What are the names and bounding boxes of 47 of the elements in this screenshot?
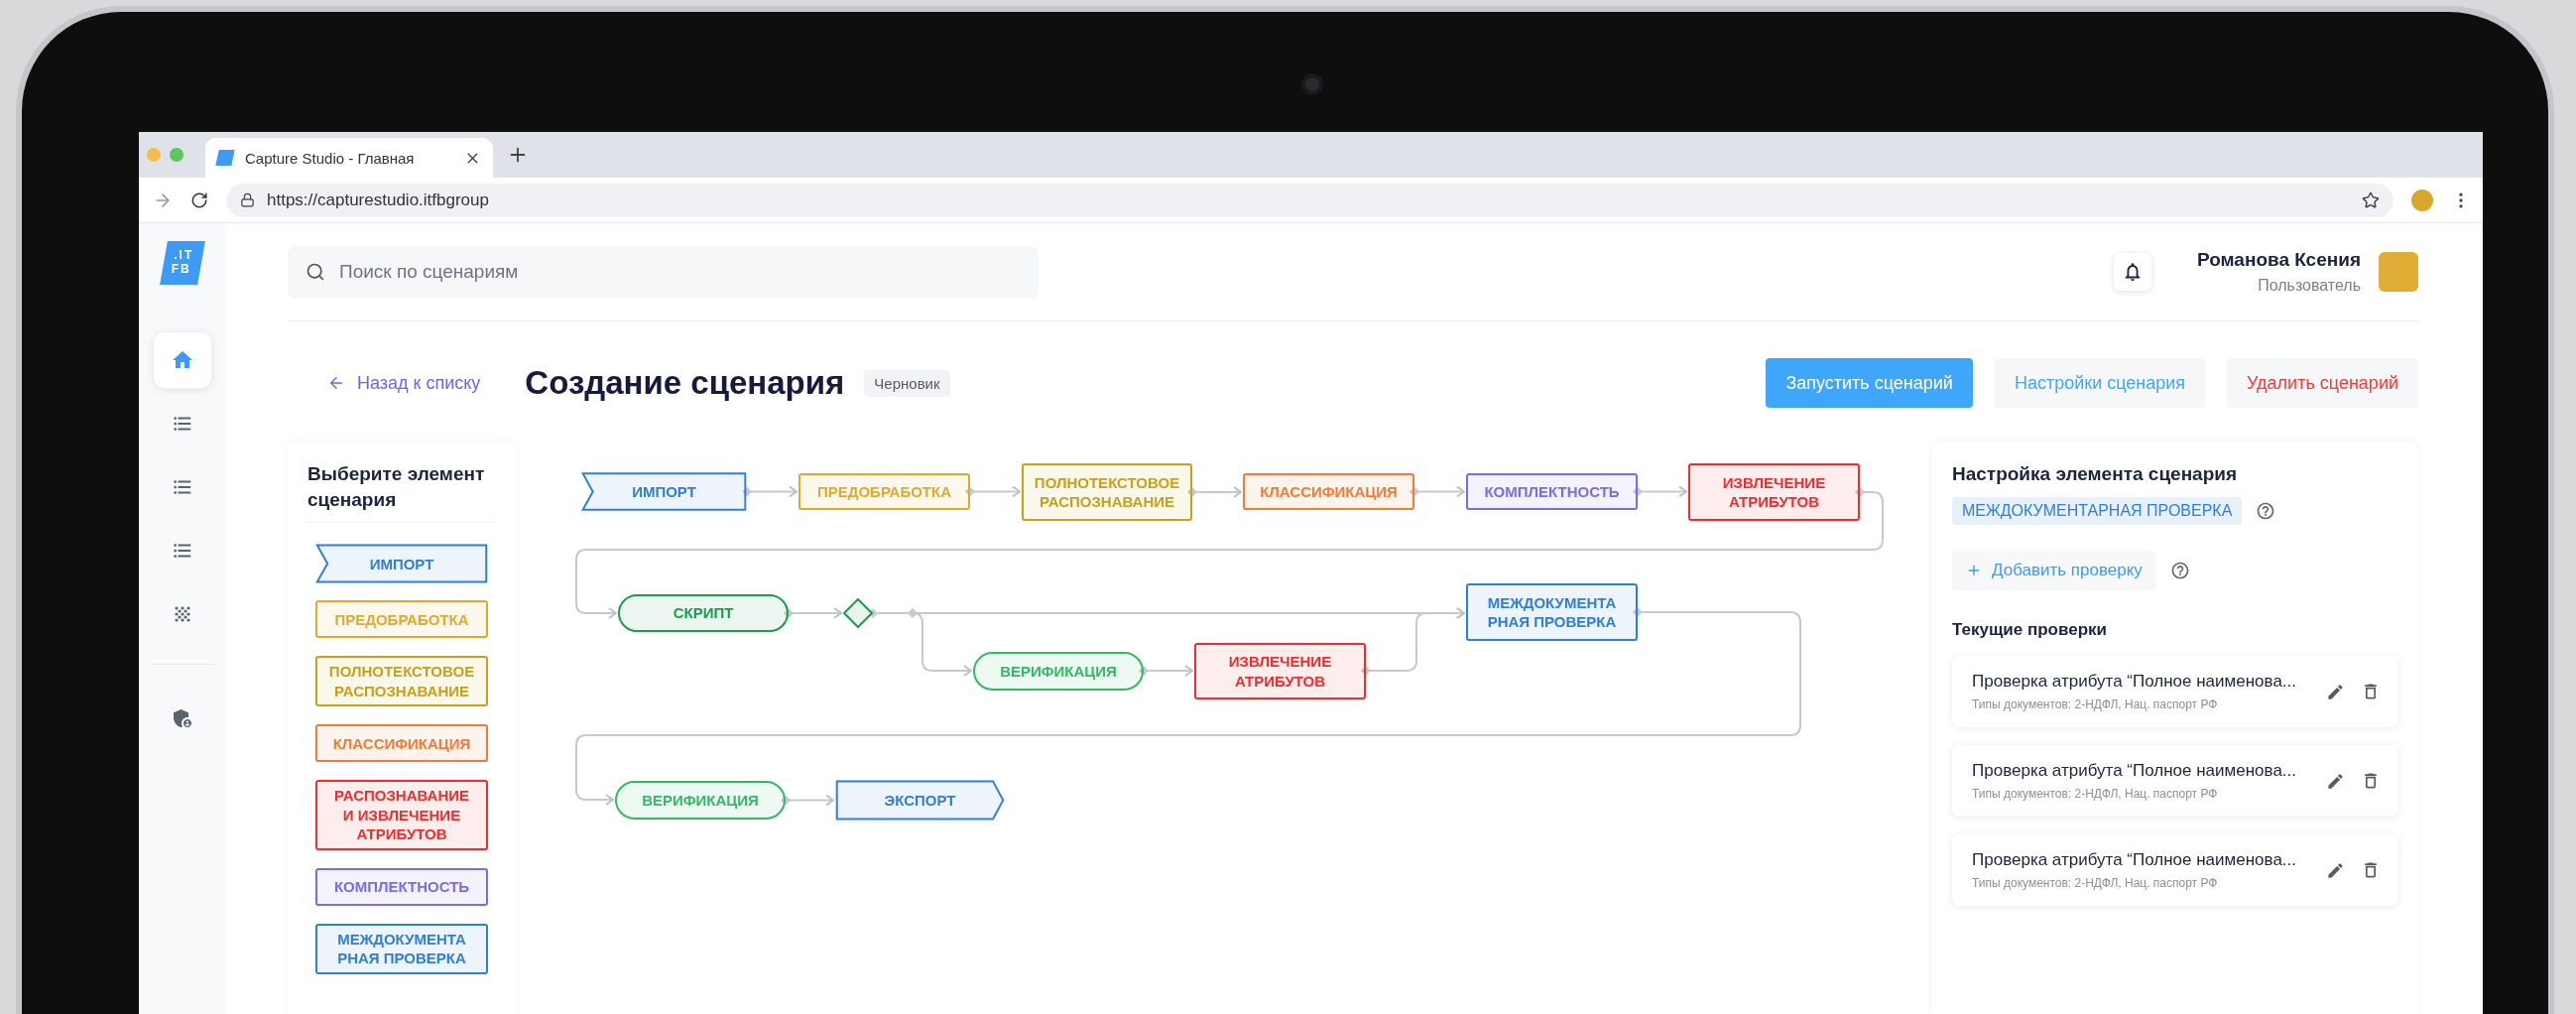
check-card[interactable]: Проверка атрибута “Полное наименова... Типы документов: 2-НДФЛ, Нац. паспорт РФ	[1952, 834, 2398, 906]
check-card[interactable]: Проверка атрибута “Полное наименова... Типы документов: 2-НДФЛ, Нац. паспорт РФ	[1952, 656, 2398, 727]
user-role: Пользователь	[2258, 277, 2361, 295]
palette-item[interactable]: ПОЛНОТЕКСТОВОЕ РАСПОЗНАВАНИЕ	[315, 656, 488, 707]
check-subtitle: Типы документов: 2-НДФЛ, Нац. паспорт РФ	[1972, 876, 2219, 890]
flow-node[interactable]: ЭКСПОРТ	[835, 781, 1005, 820]
flow-node[interactable]: ИМПОРТ	[581, 473, 747, 510]
tab-title: Capture Studio - Главная	[245, 149, 416, 167]
check-card[interactable]: Проверка атрибута “Полное наименова... Типы документов: 2-НДФЛ, Нац. паспорт РФ	[1952, 745, 2398, 817]
url-text: https://capturestudio.itfbgroup	[267, 190, 490, 210]
flow-node[interactable]: СКРИПТ	[618, 594, 789, 632]
panel-title: Настройка элемента сценария	[1952, 463, 2239, 485]
flow-node[interactable]: ВЕРИФИКАЦИЯ	[973, 652, 1144, 691]
palette-item[interactable]: КЛАССИФИКАЦИЯ	[315, 724, 488, 763]
search-field[interactable]: Поиск по сценариям	[288, 245, 1039, 299]
check-title: Проверка атрибута “Полное наименова...	[1972, 850, 2297, 870]
palette-title: Выберите элемент сценария	[307, 461, 496, 524]
section-title: Текущие проверки	[1952, 620, 2108, 640]
flow-node[interactable]: ИЗВЛЕЧЕНИЕ АТРИБУТОВ	[1688, 463, 1860, 521]
user-name: Романова Ксения	[2197, 249, 2361, 271]
itfb-logo: .IT FB	[159, 241, 205, 285]
browser-tab[interactable]: Capture Studio - Главная	[205, 138, 493, 178]
back-link[interactable]: Назад к списку	[327, 372, 481, 394]
flow-node[interactable]: ИЗВЛЕЧЕНИЕ АТРИБУТОВ	[1194, 643, 1366, 699]
address-bar[interactable]: https://capturestudio.itfbgroup	[226, 183, 2393, 217]
check-title: Проверка атрибута “Полное наименова...	[1972, 761, 2297, 781]
palette-item[interactable]: КОМПЛЕКТНОСТЬ	[315, 867, 488, 906]
flow-node[interactable]: ПРЕДОБРАБОТКА	[798, 473, 970, 510]
palette-item[interactable]: ИМПОРТ	[315, 545, 488, 583]
action-button[interactable]: Настройки сценария	[1994, 358, 2206, 408]
flow-node[interactable]: МЕЖДОКУМЕНТА РНАЯ ПРОВЕРКА	[1466, 583, 1638, 641]
action-button[interactable]: Удалить сценарий	[2227, 358, 2418, 408]
check-subtitle: Типы документов: 2-НДФЛ, Нац. паспорт РФ	[1972, 697, 2219, 711]
action-button[interactable]: Запустить сценарий	[1766, 358, 1973, 408]
flow-node[interactable]: КОМПЛЕКТНОСТЬ	[1466, 473, 1638, 510]
flow-node[interactable]: ПОЛНОТЕКСТОВОЕ РАСПОЗНАВАНИЕ	[1022, 463, 1192, 521]
page-title: Создание сценария	[525, 364, 845, 402]
element-tag: МЕЖДОКУМЕНТАРНАЯ ПРОВЕРКА	[1952, 497, 2243, 525]
add-check-button[interactable]: Добавить проверку	[1952, 551, 2156, 590]
check-title: Проверка атрибута “Полное наименова...	[1972, 672, 2297, 692]
palette-item[interactable]: ПРЕДОБРАБОТКА	[315, 600, 488, 639]
palette-item[interactable]: МЕЖДОКУМЕНТА РНАЯ ПРОВЕРКА	[315, 923, 488, 974]
flow-node[interactable]: ВЕРИФИКАЦИЯ	[615, 781, 786, 820]
palette-item[interactable]: РАСПОЗНАВАНИЕ И ИЗВЛЕЧЕНИЕ АТРИБУТОВ	[315, 780, 488, 850]
status-badge: Черновик	[864, 369, 950, 397]
check-subtitle: Типы документов: 2-НДФЛ, Нац. паспорт РФ	[1972, 787, 2219, 801]
flow-node[interactable]: КЛАССИФИКАЦИЯ	[1243, 473, 1414, 510]
